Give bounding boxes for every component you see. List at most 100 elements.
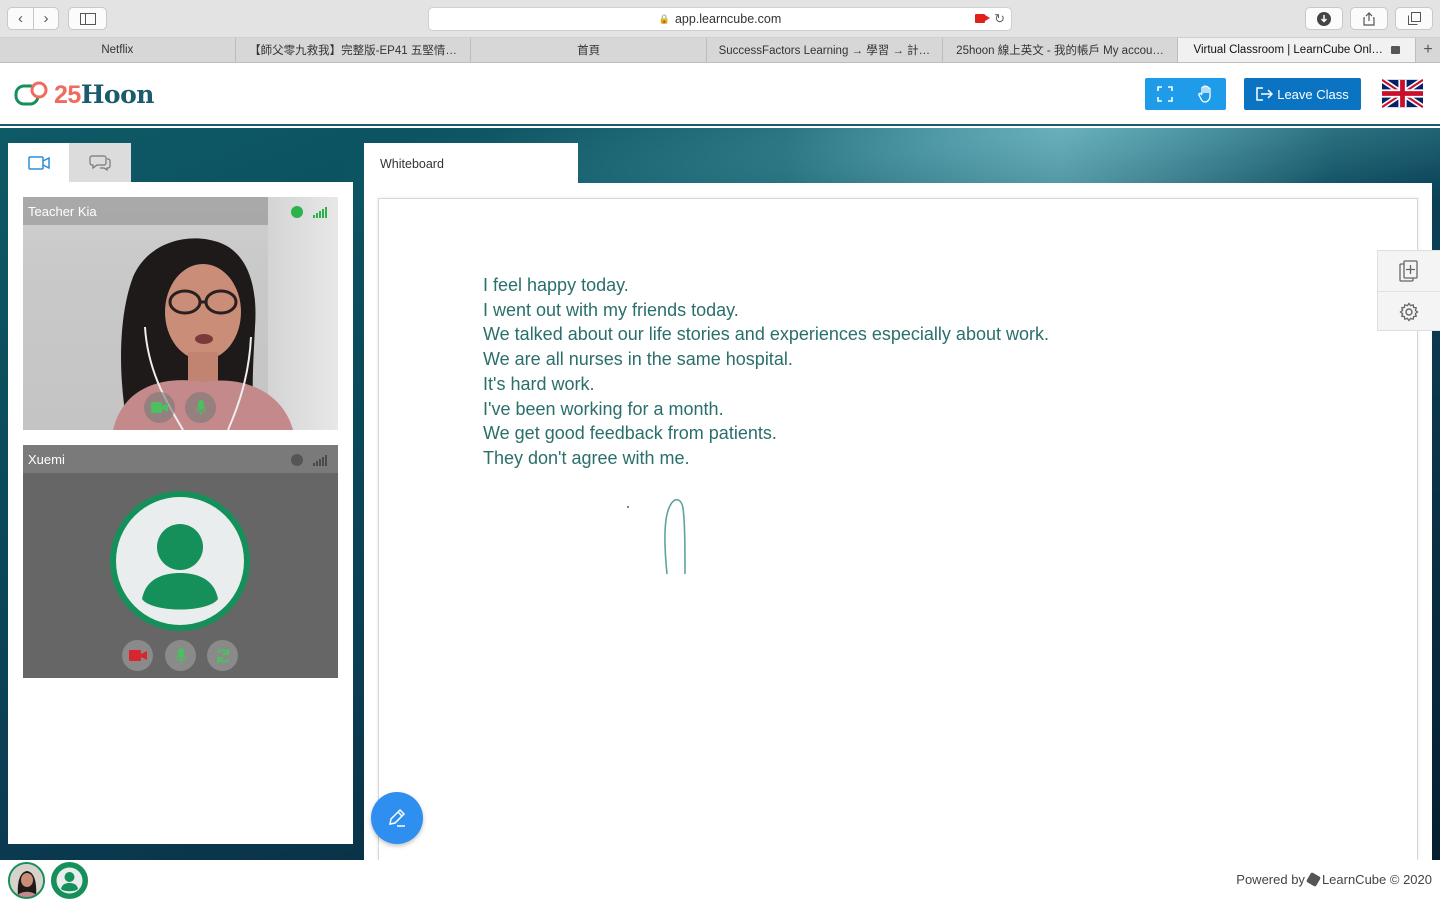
exit-icon [1256, 87, 1274, 101]
user-placeholder-icon [56, 867, 83, 894]
student-refresh-button[interactable] [207, 640, 238, 671]
nav-buttons: ‹ › [7, 7, 59, 30]
back-icon[interactable]: ‹ [8, 8, 33, 29]
address-bar[interactable]: 🔒 app.learncube.com ↻ [428, 7, 1012, 31]
powered-brand: LearnCube © 2020 [1321, 872, 1432, 887]
powered-prefix: Powered by [1236, 872, 1305, 887]
signal-strength-icon [313, 206, 329, 218]
tab-camera-icon [1390, 46, 1400, 54]
share-button[interactable] [1350, 7, 1388, 30]
student-avatar [110, 491, 250, 631]
teacher-camera-button[interactable] [144, 392, 175, 423]
pen-tool-button[interactable] [371, 792, 423, 844]
whiteboard-line: I feel happy today. [483, 275, 629, 295]
settings-icon [1399, 301, 1419, 322]
teacher-mic-button[interactable] [185, 392, 216, 423]
teacher-video-tile: Teacher Kia [23, 197, 338, 430]
reload-icon[interactable]: ↻ [994, 11, 1005, 27]
fullscreen-button[interactable] [1145, 78, 1186, 110]
whiteboard-line: They don't agree with me. [483, 447, 690, 468]
uk-flag-icon[interactable] [1382, 79, 1423, 108]
camera-recording-icon[interactable] [975, 14, 990, 23]
teacher-thumbnail-avatar[interactable] [8, 862, 45, 899]
browser-tab[interactable]: 【師父零九救我】完整版-EP41 五堅情… [236, 38, 472, 62]
logo-word: Hoon [80, 80, 155, 109]
pen-icon [389, 808, 406, 827]
url-text: app.learncube.com [674, 12, 782, 26]
tab-chat[interactable] [69, 143, 131, 182]
sidebar-icon [79, 12, 96, 25]
microphone-icon [175, 648, 186, 663]
whiteboard-settings-button[interactable] [1378, 291, 1440, 331]
user-placeholder-icon [142, 524, 218, 610]
chat-icon [89, 155, 111, 171]
share-icon [1363, 11, 1375, 26]
class-tools-group [1145, 78, 1226, 110]
participants-panel: Teacher Kia Xuemi [8, 182, 353, 844]
whiteboard-side-tools [1377, 250, 1440, 331]
tabs-overview-button[interactable] [1395, 7, 1433, 30]
whiteboard-canvas[interactable]: I feel happy today. I went out with my f… [378, 198, 1418, 860]
raise-hand-icon [1198, 85, 1211, 103]
tab-video[interactable] [8, 143, 69, 182]
left-panel-tabs [8, 143, 131, 182]
browser-toolbar: ‹ › 🔒 app.learncube.com ↻ [0, 0, 1440, 38]
powered-by: Powered by LearnCube © 2020 [1236, 871, 1432, 888]
signal-strength-icon [313, 454, 329, 466]
whiteboard-tab-label: Whiteboard [380, 157, 444, 171]
learncube-logo-icon [1305, 871, 1321, 888]
raise-hand-button[interactable] [1186, 78, 1227, 110]
student-camera-button[interactable] [122, 640, 153, 671]
whiteboard-line: We get good feedback from patients. [483, 423, 777, 444]
student-video-tile: Xuemi [23, 445, 338, 678]
tab-label: 【師父零九救我】完整版-EP41 五堅情… [249, 45, 457, 57]
video-camera-off-icon [128, 650, 147, 661]
student-thumbnail-avatar[interactable] [51, 862, 88, 899]
video-camera-icon [27, 155, 50, 170]
teacher-avatar-icon [10, 864, 43, 897]
leave-class-button[interactable]: Leave Class [1244, 78, 1361, 110]
browser-tab[interactable]: Netflix [0, 38, 236, 62]
add-page-icon [1399, 260, 1418, 282]
logo-mark-icon [14, 81, 48, 106]
browser-tab[interactable]: 首頁 [471, 38, 708, 62]
whiteboard-line: I've been working for a month. [483, 398, 724, 419]
freehand-drawing [627, 498, 686, 575]
tab-label: Virtual Classroom | LearnCube Onl… [1193, 44, 1383, 56]
teacher-portrait-icon [113, 238, 293, 430]
online-status-icon [291, 206, 303, 218]
logo-text: 25Hoon [54, 80, 154, 110]
microphone-icon [195, 400, 206, 415]
tab-label: Netflix [101, 44, 134, 56]
tab-label: 25hoon 線上英文 - 我的帳戶 My accou… [956, 45, 1164, 57]
logo: 25Hoon [14, 79, 154, 111]
forward-icon[interactable]: › [33, 8, 58, 29]
whiteboard-line: We are all nurses in the same hospital. [483, 349, 793, 370]
whiteboard-line: I went out with my friends today. [483, 299, 739, 320]
teacher-video-feed [23, 197, 338, 430]
participant-name: Xuemi [28, 451, 65, 467]
fullscreen-icon [1157, 86, 1174, 102]
tab-label: 首頁 [577, 45, 601, 57]
video-camera-icon [151, 402, 168, 413]
download-icon [1317, 11, 1331, 26]
new-tab-button[interactable]: + [1416, 38, 1440, 62]
whiteboard-line: It's hard work. [483, 373, 595, 394]
whiteboard-line: We talked about our life stories and exp… [483, 324, 1049, 345]
downloads-button[interactable] [1305, 7, 1343, 30]
browser-tab[interactable]: SuccessFactors Learning → 學習 → 計… [707, 38, 943, 62]
add-page-button[interactable] [1378, 251, 1440, 291]
refresh-icon [216, 648, 229, 663]
student-mic-button[interactable] [165, 640, 196, 671]
tab-whiteboard[interactable]: Whiteboard [364, 143, 578, 183]
footer: Powered by LearnCube © 2020 [0, 860, 1440, 900]
tab-label: SuccessFactors Learning → 學習 → 計… [718, 45, 931, 57]
whiteboard-text: I feel happy today. I went out with my f… [483, 273, 1049, 471]
browser-tab-active[interactable]: Virtual Classroom | LearnCube Onl… [1178, 38, 1417, 62]
lock-icon: 🔒 [658, 13, 670, 24]
leave-class-label: Leave Class [1277, 86, 1349, 102]
tabs-icon [1407, 12, 1421, 25]
sidebar-toggle-button[interactable] [68, 7, 107, 30]
offline-status-icon [291, 454, 303, 466]
browser-tab[interactable]: 25hoon 線上英文 - 我的帳戶 My accou… [943, 38, 1179, 62]
